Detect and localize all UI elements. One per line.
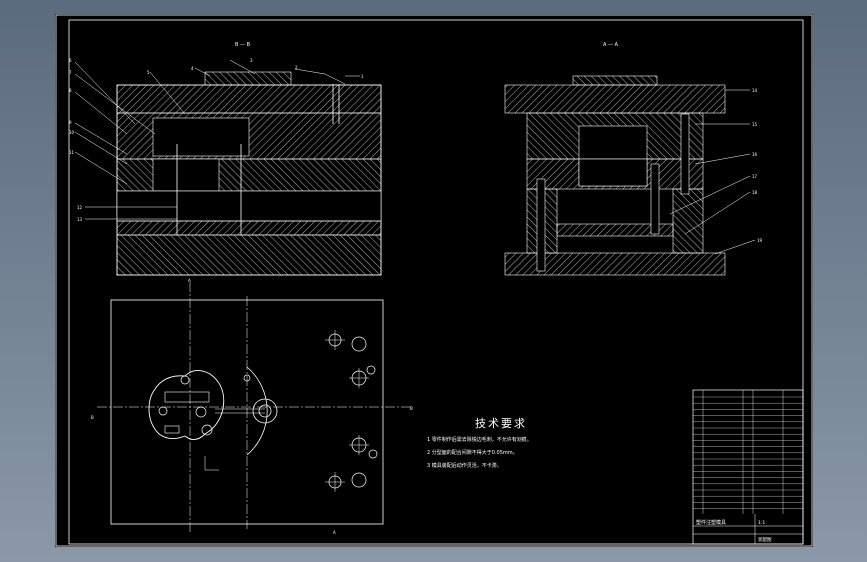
section-view-right[interactable]: A — A 14 15 16 17 18 19 xyxy=(504,42,763,276)
part-number: 13 xyxy=(77,217,83,222)
plan-view[interactable]: B B A A xyxy=(91,278,413,535)
section-label-right: A — A xyxy=(603,42,619,48)
plan-mark: A xyxy=(333,530,336,535)
tech-req-item: 1 零件制作后需去除锐边毛刺，不允许有划痕。 xyxy=(427,436,532,443)
part-number: 3 xyxy=(250,58,253,63)
part-number: 16 xyxy=(752,152,758,157)
part-number: 11 xyxy=(69,150,75,155)
parts-list[interactable]: 塑件注塑模具 1:1 装配图 xyxy=(692,389,804,545)
part-number: 1 xyxy=(361,74,364,79)
part-number: 17 xyxy=(752,174,758,179)
part-number: 6 xyxy=(69,58,72,63)
technical-requirements: 技术要求 1 零件制作后需去除锐边毛刺，不允许有划痕。 2 分型面的配合间隙不得… xyxy=(427,417,532,469)
title-block-title: 塑件注塑模具 xyxy=(696,519,726,526)
part-number: 9 xyxy=(69,120,72,125)
plan-mark: B xyxy=(91,415,94,420)
part-number: 8 xyxy=(69,88,72,93)
title-block-sheet: 装配图 xyxy=(758,536,772,543)
part-number: 10 xyxy=(69,130,75,135)
part-number: 14 xyxy=(752,88,758,93)
section-label-left: B — B xyxy=(235,42,251,48)
title-block-scale: 1:1 xyxy=(758,520,765,526)
section-view-left[interactable]: B — B 1 2 3 4 5 6 7 8 9 10 11 12 13 xyxy=(69,42,382,276)
part-number: 19 xyxy=(757,238,763,243)
tech-req-title: 技术要求 xyxy=(475,417,527,430)
plan-mark: B xyxy=(410,406,413,411)
part-number: 5 xyxy=(147,70,150,75)
cad-drawing: B — B 1 2 3 4 5 6 7 8 9 10 11 12 13 A — … xyxy=(55,14,813,547)
part-number: 12 xyxy=(77,205,83,210)
tech-req-item: 2 分型面的配合间隙不得大于0.05mm。 xyxy=(427,449,518,456)
part-number: 4 xyxy=(191,66,194,71)
part-number: 7 xyxy=(69,70,72,75)
drawing-viewport[interactable]: B — B 1 2 3 4 5 6 7 8 9 10 11 12 13 A — … xyxy=(55,14,813,547)
tech-req-item: 3 模具装配后动作灵活，不卡滞。 xyxy=(427,462,502,469)
part-number: 18 xyxy=(752,190,758,195)
part-number: 15 xyxy=(752,122,758,127)
plan-mark: A xyxy=(188,278,191,283)
